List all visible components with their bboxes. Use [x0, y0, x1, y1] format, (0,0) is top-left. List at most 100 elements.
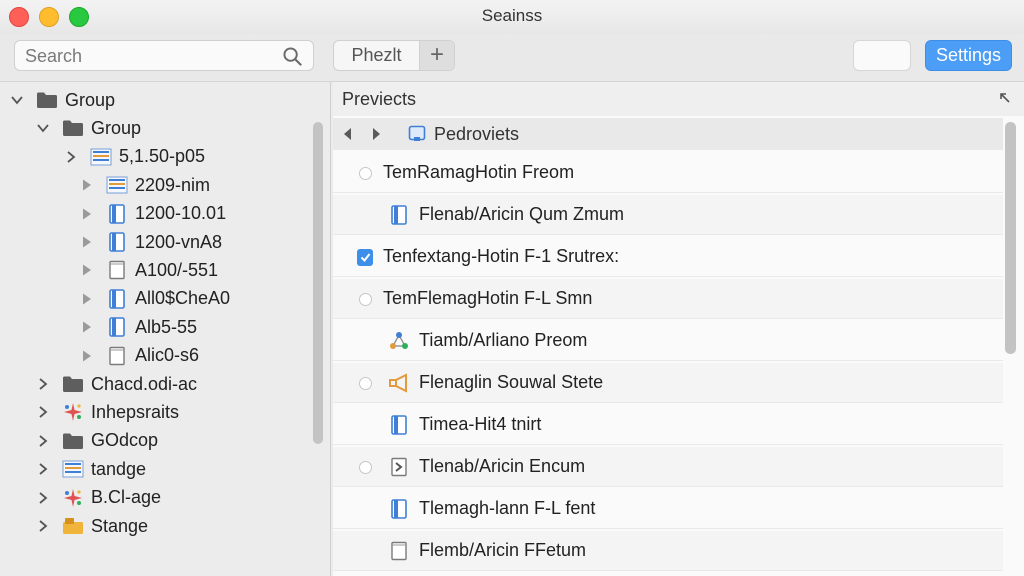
- chevron-right-icon[interactable]: [36, 434, 50, 448]
- navigation-bar: Pedroviets: [333, 118, 1003, 150]
- list-item[interactable]: TemFlemagHotin F-L Smn: [333, 279, 1003, 319]
- disclosure-triangle-icon[interactable]: [80, 207, 94, 221]
- network-icon: [388, 331, 410, 351]
- list-item[interactable]: Flemb/Aricin FFetum: [333, 531, 1003, 571]
- sidebar-item[interactable]: tandge: [36, 455, 146, 483]
- sidebar-item-label: Chacd.odi-ac: [91, 373, 198, 394]
- blank-doc-icon: [388, 541, 410, 561]
- chevron-down-icon[interactable]: [10, 93, 24, 107]
- folder-icon: [36, 90, 58, 110]
- chevron-right-icon[interactable]: [36, 462, 50, 476]
- list-item[interactable]: TemRamagHotin Freom: [333, 153, 1003, 193]
- chevron-down-icon[interactable]: [36, 121, 50, 135]
- sidebar-item[interactable]: A100/-551: [80, 256, 218, 284]
- sidebar-item[interactable]: 1200-10.01: [80, 200, 226, 228]
- disclosure-triangle-icon[interactable]: [80, 292, 94, 306]
- disclosure-triangle-icon[interactable]: [80, 349, 94, 363]
- radio-button[interactable]: [357, 291, 373, 307]
- main-title: Previects: [342, 89, 417, 109]
- list-item-label: Tlenab/Aricin Encum: [419, 456, 586, 476]
- list-item[interactable]: Tiamb/Arliano Preom: [333, 321, 1003, 361]
- checkbox-checked[interactable]: [357, 248, 373, 266]
- list-item[interactable]: Tlenab/Aricin Encum: [333, 447, 1003, 487]
- document-icon: [388, 415, 410, 435]
- megaphone-icon: [388, 373, 410, 393]
- sidebar-item-label: 2209-nim: [135, 174, 211, 195]
- settings-button[interactable]: Settings: [925, 40, 1012, 71]
- sidebar-item[interactable]: 2209-nim: [80, 171, 210, 199]
- sidebar-item[interactable]: Group: [10, 86, 115, 114]
- add-button[interactable]: +: [420, 41, 454, 70]
- toolbar: Phezlt + Settings: [0, 34, 1024, 82]
- sidebar-item-label: B.Cl-age: [91, 487, 162, 508]
- sidebar-item[interactable]: Chacd.odi-ac: [36, 370, 197, 398]
- sidebar-item-label: Inhepsraits: [91, 401, 180, 422]
- main-panel: Previects Pedroviets TemRamagHotin Freom…: [333, 82, 1024, 576]
- list-item-label: Flemb/Aricin FFetum: [419, 540, 587, 560]
- chevron-right-icon[interactable]: [36, 405, 50, 419]
- sidebar-item[interactable]: All0$CheA0: [80, 285, 230, 313]
- list-item[interactable]: Tlemagh-lann F-L fent: [333, 489, 1003, 529]
- sidebar-item-label: Stange: [91, 515, 149, 536]
- chevron-right-icon[interactable]: [36, 491, 50, 505]
- sidebar-item[interactable]: 1200-vnA8: [80, 228, 222, 256]
- document-icon: [388, 499, 410, 519]
- list-item[interactable]: Flenaglin Souwal Stete: [333, 363, 1003, 403]
- sidebar-item-label: 1200-10.01: [135, 203, 227, 224]
- sidebar-item-label: All0$CheA0: [135, 288, 231, 309]
- forward-arrow-icon[interactable]: [369, 127, 383, 141]
- sidebar-item-label: Alb5-55: [135, 316, 198, 337]
- segment-button[interactable]: Phezlt: [334, 41, 420, 70]
- sidebar-item-label: Alic0-s6: [135, 345, 200, 366]
- collapse-icon[interactable]: [998, 91, 1012, 105]
- radio-button[interactable]: [357, 165, 373, 181]
- list-item-label: Tiamb/Arliano Preom: [419, 330, 588, 350]
- disclosure-triangle-icon[interactable]: [80, 178, 94, 192]
- box-icon: [62, 516, 84, 536]
- disclosure-triangle-icon[interactable]: [80, 320, 94, 334]
- chevron-right-icon[interactable]: [64, 150, 78, 164]
- list-item[interactable]: Tenfextang-Hotin F-1 Srutrex:: [333, 237, 1003, 277]
- folder-icon: [62, 118, 84, 138]
- main-scrollbar[interactable]: [1005, 122, 1016, 354]
- chevron-right-icon[interactable]: [36, 519, 50, 533]
- disclosure-triangle-icon[interactable]: [80, 263, 94, 277]
- sidebar: Group Group 5,1.50-p05 2209-nim 1200-10.01 12…: [0, 82, 331, 576]
- sidebar-scrollbar[interactable]: [313, 122, 323, 444]
- blank-doc-icon: [106, 260, 128, 280]
- document-icon: [388, 205, 410, 225]
- list-item[interactable]: Flenab/Aricin Qum Zmum: [333, 195, 1003, 235]
- sidebar-item[interactable]: Stange: [36, 512, 148, 540]
- sidebar-item-label: 1200-vnA8: [135, 231, 223, 252]
- list-item-label: TemRamagHotin Freom: [383, 162, 575, 182]
- sidebar-item[interactable]: GOdcop: [36, 427, 158, 455]
- list-doc-icon: [90, 147, 112, 167]
- folder-icon: [62, 431, 84, 451]
- blank-doc-icon: [106, 346, 128, 366]
- search-field[interactable]: [14, 40, 314, 71]
- back-arrow-icon[interactable]: [341, 127, 355, 141]
- list-item-label: Tlemagh-lann F-L fent: [419, 498, 596, 518]
- sidebar-item[interactable]: 5,1.50-p05: [64, 143, 205, 171]
- sidebar-item-label: Group: [91, 117, 142, 138]
- sidebar-item-label: GOdcop: [91, 430, 159, 451]
- radio-button[interactable]: [357, 375, 373, 391]
- breadcrumb[interactable]: Pedroviets: [434, 124, 519, 145]
- list-item-label: Timea-Hit4 tnirt: [419, 414, 542, 434]
- disclosure-triangle-icon[interactable]: [80, 235, 94, 249]
- search-input[interactable]: [25, 44, 280, 68]
- list-doc-icon: [106, 175, 128, 195]
- sidebar-item[interactable]: Alic0-s6: [80, 342, 199, 370]
- search-icon[interactable]: [283, 47, 302, 66]
- window-title: Seainss: [481, 6, 543, 25]
- sidebar-item[interactable]: B.Cl-age: [36, 484, 161, 512]
- sidebar-item[interactable]: Group: [36, 114, 141, 142]
- radio-button[interactable]: [357, 459, 373, 475]
- list-item[interactable]: Timea-Hit4 tnirt: [333, 405, 1003, 445]
- document-icon: [106, 288, 128, 309]
- chevron-right-icon[interactable]: [36, 377, 50, 391]
- list-doc-icon: [62, 459, 84, 479]
- sidebar-item[interactable]: Alb5-55: [80, 313, 197, 341]
- sidebar-item[interactable]: Inhepsraits: [36, 398, 179, 426]
- toolbar-blank-button[interactable]: [853, 40, 911, 71]
